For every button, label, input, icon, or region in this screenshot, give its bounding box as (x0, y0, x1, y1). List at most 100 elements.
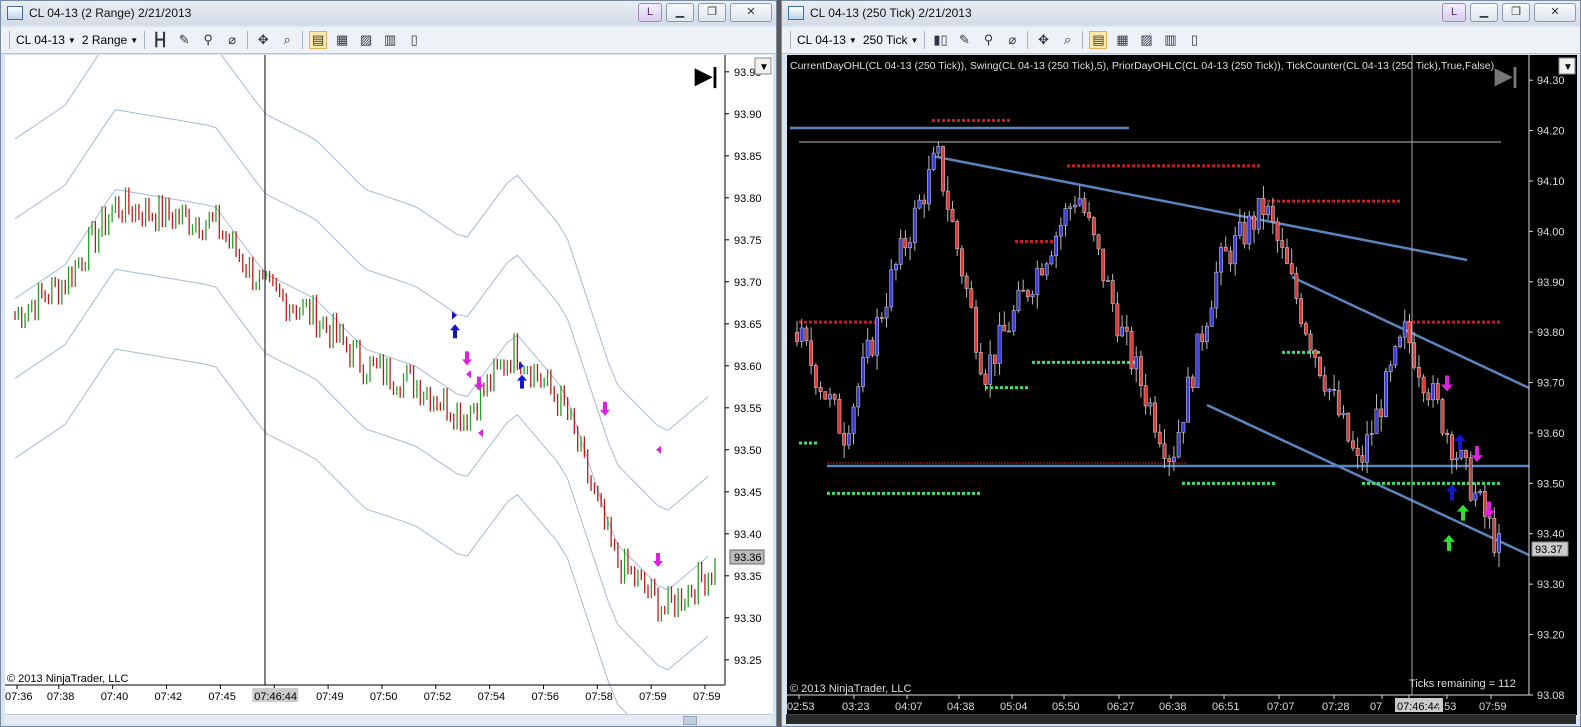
data-box-icon[interactable]: ▤ (1089, 31, 1108, 49)
indicators-icon[interactable]: ▦ (333, 31, 351, 49)
time-tick-label: 07:40 (101, 691, 129, 703)
strategies-icon[interactable]: ▨ (1137, 31, 1155, 49)
candlestick (1459, 450, 1464, 459)
candlestick (1157, 431, 1162, 445)
candlestick (1025, 290, 1030, 298)
right-chart-window: CL 04-13 (250 Tick) 2/21/2013 L ▁ ❐ ✕ CL… (781, 0, 1581, 727)
time-tick-label: 07:49 (316, 691, 344, 703)
candlestick (950, 208, 955, 222)
candlestick (978, 352, 983, 375)
right-horizontal-scrollbar[interactable] (786, 714, 1576, 724)
close-button[interactable]: ✕ (730, 3, 772, 22)
candlestick (1209, 307, 1214, 327)
candlestick (1129, 331, 1134, 370)
right-title-bar[interactable]: CL 04-13 (250 Tick) 2/21/2013 L ▁ ❐ ✕ (782, 1, 1580, 25)
link-button[interactable]: L (638, 3, 662, 22)
candlestick (1058, 225, 1063, 237)
candlestick (983, 373, 988, 385)
scroll-to-end-icon[interactable]: ▶| (694, 63, 718, 88)
crosshair-icon[interactable]: ✥ (1034, 31, 1052, 49)
chevron-down-icon: ▼ (759, 62, 769, 73)
candlestick (1049, 255, 1054, 265)
crosshair-icon[interactable]: ✥ (254, 31, 272, 49)
candlestick (879, 317, 884, 319)
period-dropdown[interactable]: 250 Tick ▼ (863, 33, 919, 47)
drawing-pencil-icon[interactable]: ✎ (175, 31, 193, 49)
right-toolbar: CL 04-13 ▼ 250 Tick ▼ ▮▯ ✎ ⚲ ⌀ ✥ ⌕ ▤ ▦ ▨ ▥… (782, 27, 1580, 54)
envelope-band-line (14, 268, 709, 671)
properties-icon[interactable]: ▥ (381, 31, 399, 49)
scroll-thumb[interactable] (683, 716, 697, 725)
zoom-icon[interactable]: ⌕ (278, 31, 296, 49)
drawing-tool-icon[interactable]: ⚲ (979, 31, 997, 49)
maximize-button[interactable]: ❐ (1502, 3, 1530, 22)
price-tick-label: 93.85 (734, 151, 762, 163)
period-dropdown[interactable]: 2 Range ▼ (82, 33, 138, 47)
candlestick (832, 394, 837, 400)
drawing-pencil-icon[interactable]: ✎ (955, 31, 973, 49)
close-button[interactable]: ✕ (1534, 3, 1576, 22)
price-tick-label: 93.65 (734, 319, 762, 331)
candlestick (1351, 440, 1355, 449)
ticks-remaining-text: Ticks remaining = 112 (1409, 678, 1516, 690)
drawing-erase-icon[interactable]: ⌀ (1003, 31, 1021, 49)
left-chart-area[interactable]: 93.95 93.90 93.85 93.80 93.75 93.70 93.65 93.60… (5, 29, 773, 727)
time-tick-label: 02:53 (787, 701, 815, 713)
price-tick-label: 94.00 (1537, 226, 1565, 238)
panel-icon[interactable]: ▯ (405, 31, 423, 49)
candlestick (889, 269, 894, 308)
candlestick (1237, 221, 1242, 236)
zoom-icon[interactable]: ⌕ (1058, 31, 1076, 49)
time-tick-label: 07:46:44 (254, 691, 297, 703)
bar-type-icon[interactable]: ┣┫ (151, 31, 169, 49)
instrument-dropdown[interactable]: CL 04-13 ▼ (16, 33, 76, 47)
candlestick (1252, 215, 1256, 230)
candlestick (1153, 402, 1157, 433)
link-button[interactable]: L (1442, 3, 1466, 22)
left-horizontal-scrollbar[interactable] (5, 714, 772, 725)
time-tick-label: 07:46:44 (1397, 701, 1440, 713)
left-price-chart[interactable]: 93.9593.9093.8593.8093.7593.7093.6593.60… (5, 29, 773, 727)
sell-arrow-icon (600, 401, 610, 416)
candlestick (1318, 356, 1322, 376)
candlestick-type-icon[interactable]: ▮▯ (931, 31, 949, 49)
candlestick (1035, 268, 1040, 295)
right-chart-area[interactable]: 94.30 94.20 94.10 94.00 93.90 93.80 93.70 93.60… (787, 55, 1577, 715)
candlestick (1445, 432, 1450, 435)
candlestick (1143, 385, 1148, 407)
minimize-button[interactable]: ▁ (1470, 3, 1498, 22)
candlestick (927, 169, 931, 205)
indicators-icon[interactable]: ▦ (1113, 31, 1131, 49)
candlestick (837, 398, 842, 434)
minimize-button[interactable]: ▁ (666, 3, 694, 22)
candlestick (1322, 375, 1327, 392)
candlestick (1044, 263, 1049, 276)
candlestick (1270, 205, 1275, 223)
candlestick (1242, 221, 1247, 245)
data-box-icon[interactable]: ▤ (309, 31, 328, 49)
right-price-chart[interactable]: 94.30 94.20 94.10 94.00 93.90 93.80 93.70 93.60… (787, 55, 1577, 715)
candlestick (960, 248, 964, 277)
price-tick-label: 93.40 (1537, 529, 1565, 541)
instrument-dropdown[interactable]: CL 04-13 ▼ (797, 33, 857, 47)
candlestick (1167, 458, 1172, 462)
time-tick-label: 06:38 (1159, 701, 1187, 713)
candlestick (1313, 350, 1318, 358)
time-tick-label: 07:56 (531, 691, 559, 703)
properties-icon[interactable]: ▥ (1161, 31, 1179, 49)
panel-icon[interactable]: ▯ (1185, 31, 1203, 49)
scroll-to-end-icon[interactable]: ▶| (1494, 63, 1518, 88)
drawing-erase-icon[interactable]: ⌀ (223, 31, 241, 49)
time-tick-label: 07:28 (1322, 701, 1350, 713)
candlestick (1124, 326, 1129, 332)
candlestick (1327, 388, 1332, 392)
maximize-button[interactable]: ❐ (698, 3, 726, 22)
trend-line (1206, 403, 1530, 557)
candlestick (1478, 491, 1483, 494)
candlestick (1214, 271, 1219, 309)
strategies-icon[interactable]: ▨ (357, 31, 375, 49)
drawing-tool-icon[interactable]: ⚲ (199, 31, 217, 49)
price-tick-label: 93.50 (734, 445, 762, 457)
candlestick (865, 339, 870, 358)
left-title-bar[interactable]: CL 04-13 (2 Range) 2/21/2013 L ▁ ❐ ✕ (1, 1, 776, 25)
